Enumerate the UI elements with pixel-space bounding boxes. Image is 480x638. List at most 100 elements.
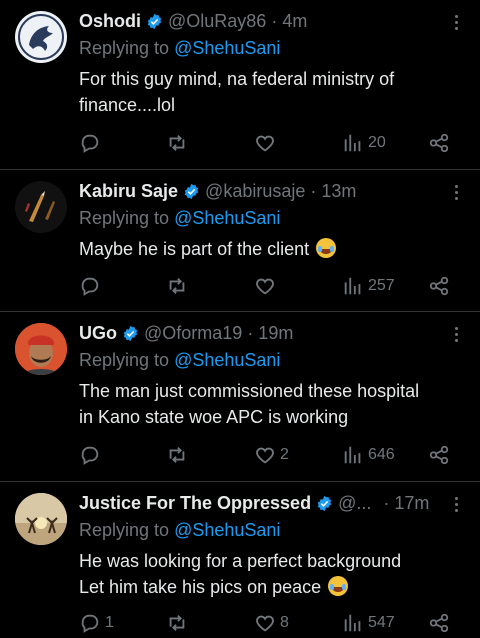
more-options-icon[interactable] — [446, 12, 466, 32]
tweet-text-content: Maybe he is part of the client — [79, 239, 310, 259]
replying-prefix: Replying to — [79, 350, 175, 370]
share-button[interactable] — [428, 609, 450, 637]
display-name[interactable]: Justice For The Oppressed — [79, 493, 311, 514]
user-handle[interactable]: @Oforma19 — [144, 323, 242, 344]
views-icon — [344, 277, 361, 295]
share-button[interactable] — [428, 441, 450, 469]
timestamp[interactable]: · 4m — [271, 11, 307, 32]
share-button[interactable] — [428, 129, 450, 157]
avatar[interactable] — [15, 493, 67, 545]
tweet-text: Maybe he is part of the client — [79, 236, 460, 262]
tweet-justice-for-the-oppressed[interactable]: Justice For The Oppressed @... · 17m Rep… — [0, 482, 480, 638]
retweet-icon — [169, 278, 185, 294]
views-icon — [344, 134, 361, 152]
like-button[interactable]: 2 — [254, 441, 289, 469]
tweet-text: The man just commissioned these hospital… — [79, 378, 460, 430]
tweet-header: Kabiru Saje @kabirusaje · 13m — [79, 180, 440, 202]
tweet-actions: 20 — [0, 129, 480, 157]
mention-link[interactable]: @ShehuSani — [174, 208, 280, 228]
tweet-text-line: The man just commissioned these hospital — [79, 381, 420, 401]
timestamp[interactable]: · 17m — [383, 493, 429, 514]
replying-prefix: Replying to — [79, 520, 175, 540]
verified-badge-icon — [317, 495, 332, 511]
retweet-button[interactable] — [166, 129, 192, 157]
reply-icon — [81, 446, 99, 465]
tweet-text-content: Let him take his pics on peace — [79, 577, 322, 597]
timestamp[interactable]: · 19m — [247, 323, 293, 344]
replying-prefix: Replying to — [79, 208, 175, 228]
tweet-text-line: in Kano state woe APC is working — [79, 407, 349, 427]
display-name[interactable]: Oshodi — [79, 11, 141, 32]
user-handle[interactable]: @OluRay86 — [168, 11, 266, 32]
reply-button[interactable]: 1 — [79, 609, 114, 637]
tweet-header: Justice For The Oppressed @... · 17m — [79, 492, 440, 514]
reply-count: 1 — [105, 614, 114, 631]
retweet-button[interactable] — [166, 272, 192, 300]
reply-button[interactable] — [79, 272, 105, 300]
like-button[interactable]: 8 — [254, 609, 289, 637]
share-button[interactable] — [428, 272, 450, 300]
mention-link[interactable]: @ShehuSani — [174, 350, 280, 370]
retweet-icon — [169, 615, 185, 631]
more-options-icon[interactable] — [446, 324, 466, 344]
heart-icon — [256, 615, 274, 632]
share-icon — [429, 133, 449, 153]
tweet-text: For this guy mind, na federal ministry o… — [79, 66, 460, 118]
views-count: 547 — [368, 614, 395, 631]
tweet-text-line: For this guy mind, na federal ministry o… — [79, 69, 395, 89]
views-button[interactable]: 20 — [342, 129, 386, 157]
views-count: 646 — [368, 446, 395, 463]
views-button[interactable]: 646 — [342, 441, 395, 469]
tweet-text-line: finance....lol — [79, 95, 176, 115]
more-options-icon[interactable] — [446, 182, 466, 202]
like-button[interactable] — [254, 272, 280, 300]
avatar[interactable] — [15, 11, 67, 63]
mention-link[interactable]: @ShehuSani — [174, 38, 280, 58]
verified-badge-icon — [123, 325, 138, 341]
face-with-tears-of-joy-emoji — [328, 576, 349, 596]
tweet-text-line: He was looking for a perfect background — [79, 551, 402, 571]
avatar[interactable] — [15, 181, 67, 233]
heart-icon — [256, 447, 274, 464]
display-name[interactable]: Kabiru Saje — [79, 181, 178, 202]
tweet-actions: 257 — [0, 272, 480, 300]
reply-button[interactable] — [79, 441, 105, 469]
reply-icon — [81, 277, 99, 296]
views-icon — [344, 446, 361, 464]
reply-button[interactable] — [79, 129, 105, 157]
replying-prefix: Replying to — [79, 38, 175, 58]
tweet-kabiru-saje[interactable]: Kabiru Saje @kabirusaje · 13m Replying t… — [0, 170, 480, 311]
reply-icon — [81, 614, 99, 633]
verified-badge-icon — [147, 13, 162, 29]
like-count: 2 — [280, 446, 289, 463]
face-with-tears-of-joy-emoji — [316, 238, 337, 258]
heart-icon — [256, 278, 274, 295]
views-count: 257 — [368, 277, 395, 294]
tweet-actions: 2 646 — [0, 441, 480, 469]
views-button[interactable]: 547 — [342, 609, 395, 637]
tweet-ugo[interactable]: UGo @Oforma19 · 19m Replying to @ShehuSa… — [0, 312, 480, 481]
replying-to: Replying to @ShehuSani — [79, 208, 280, 229]
replying-to: Replying to @ShehuSani — [79, 350, 280, 371]
heart-icon — [256, 135, 274, 152]
retweet-icon — [169, 447, 185, 463]
replying-to: Replying to @ShehuSani — [79, 38, 280, 59]
like-button[interactable] — [254, 129, 280, 157]
mention-link[interactable]: @ShehuSani — [174, 520, 280, 540]
replying-to: Replying to @ShehuSani — [79, 520, 280, 541]
tweet-oshodi[interactable]: Oshodi @OluRay86 · 4m Replying to @Shehu… — [0, 0, 480, 170]
user-handle[interactable]: @kabirusaje — [205, 181, 305, 202]
user-handle[interactable]: @... — [338, 493, 371, 514]
retweet-button[interactable] — [166, 609, 192, 637]
share-icon — [429, 276, 449, 296]
views-count: 20 — [368, 134, 386, 151]
avatar[interactable] — [15, 323, 67, 375]
more-options-icon[interactable] — [446, 494, 466, 514]
timestamp[interactable]: · 13m — [310, 181, 356, 202]
display-name[interactable]: UGo — [79, 323, 117, 344]
retweet-button[interactable] — [166, 441, 192, 469]
retweet-icon — [169, 135, 185, 151]
views-button[interactable]: 257 — [342, 272, 395, 300]
share-icon — [429, 613, 449, 633]
like-count: 8 — [280, 614, 289, 631]
